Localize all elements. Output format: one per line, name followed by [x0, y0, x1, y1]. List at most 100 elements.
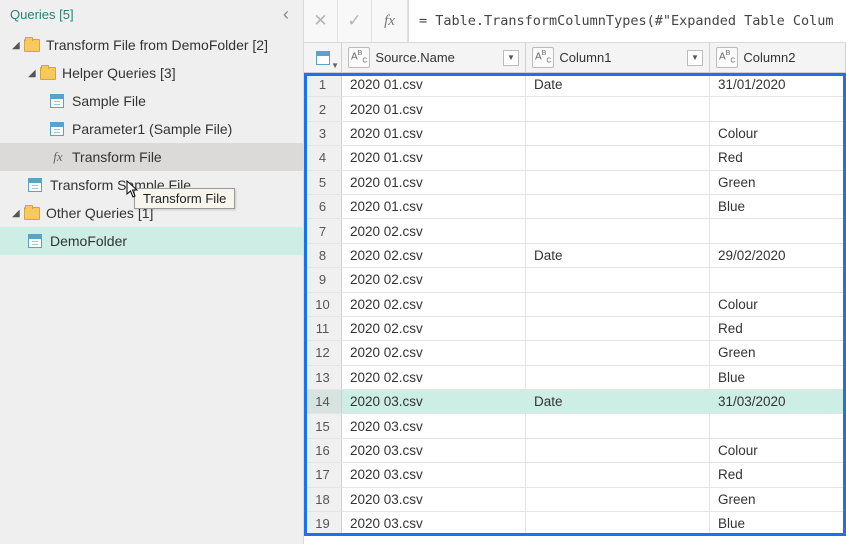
- row-header[interactable]: 10: [304, 293, 342, 316]
- cell[interactable]: 2020 02.csv: [342, 293, 526, 316]
- cell[interactable]: 2020 02.csv: [342, 268, 526, 291]
- cell[interactable]: Date: [526, 244, 710, 267]
- cell[interactable]: Colour: [710, 293, 846, 316]
- row-header[interactable]: 2: [304, 97, 342, 120]
- cell[interactable]: [526, 439, 710, 462]
- table-row[interactable]: 42020 01.csvRed: [304, 146, 846, 170]
- cell[interactable]: 2020 02.csv: [342, 366, 526, 389]
- table-row[interactable]: 72020 02.csv: [304, 219, 846, 243]
- cell[interactable]: Green: [710, 171, 846, 194]
- cell[interactable]: Date: [526, 390, 710, 413]
- cell[interactable]: [526, 97, 710, 120]
- table-row[interactable]: 122020 02.csv Green: [304, 341, 846, 365]
- cell[interactable]: 2020 03.csv: [342, 488, 526, 511]
- column-header-column2[interactable]: ABC Column2: [710, 43, 846, 72]
- table-row[interactable]: 162020 03.csvColour: [304, 439, 846, 463]
- table-row[interactable]: 142020 03.csvDate31/03/2020: [304, 390, 846, 414]
- cell[interactable]: [526, 146, 710, 169]
- cell[interactable]: [710, 414, 846, 437]
- collapse-panel-button[interactable]: ‹: [277, 4, 295, 25]
- cell[interactable]: Red: [710, 317, 846, 340]
- table-row[interactable]: 132020 02.csv Blue: [304, 366, 846, 390]
- row-header[interactable]: 11: [304, 317, 342, 340]
- cell[interactable]: Red: [710, 463, 846, 486]
- table-row[interactable]: 182020 03.csv Green: [304, 488, 846, 512]
- filter-dropdown-button[interactable]: ▼: [687, 50, 703, 66]
- cell[interactable]: Date: [526, 73, 710, 96]
- cell[interactable]: [526, 341, 710, 364]
- cell[interactable]: [710, 268, 846, 291]
- tree-item-transform-file[interactable]: fx Transform File: [0, 143, 303, 171]
- cell[interactable]: [526, 122, 710, 145]
- formula-input[interactable]: = Table.TransformColumnTypes(#"Expanded …: [408, 0, 846, 42]
- cell[interactable]: 2020 02.csv: [342, 244, 526, 267]
- cell[interactable]: [526, 366, 710, 389]
- row-header[interactable]: 9: [304, 268, 342, 291]
- cell[interactable]: 2020 03.csv: [342, 463, 526, 486]
- table-row[interactable]: 12020 01.csvDate31/01/2020: [304, 73, 846, 97]
- cell[interactable]: [710, 219, 846, 242]
- row-header[interactable]: 8: [304, 244, 342, 267]
- cell[interactable]: 2020 01.csv: [342, 97, 526, 120]
- cell[interactable]: 2020 03.csv: [342, 439, 526, 462]
- cell[interactable]: Blue: [710, 512, 846, 535]
- confirm-formula-button[interactable]: ✓: [338, 0, 372, 42]
- row-header[interactable]: 13: [304, 366, 342, 389]
- tree-group-transform-file-from-demofolder[interactable]: ◢ Transform File from DemoFolder [2]: [0, 31, 303, 59]
- row-header[interactable]: 6: [304, 195, 342, 218]
- tree-item-demofolder[interactable]: DemoFolder: [0, 227, 303, 255]
- cell[interactable]: [710, 97, 846, 120]
- row-header[interactable]: 1: [304, 73, 342, 96]
- table-row[interactable]: 102020 02.csv Colour: [304, 293, 846, 317]
- table-row[interactable]: 82020 02.csvDate29/02/2020: [304, 244, 846, 268]
- cell[interactable]: [526, 317, 710, 340]
- fx-icon[interactable]: fx: [372, 0, 408, 42]
- cell[interactable]: 2020 03.csv: [342, 414, 526, 437]
- cell[interactable]: 2020 02.csv: [342, 219, 526, 242]
- row-header[interactable]: 15: [304, 414, 342, 437]
- cell[interactable]: 31/01/2020: [710, 73, 846, 96]
- table-row[interactable]: 172020 03.csvRed: [304, 463, 846, 487]
- cell[interactable]: 2020 01.csv: [342, 195, 526, 218]
- row-header[interactable]: 18: [304, 488, 342, 511]
- cell[interactable]: 2020 02.csv: [342, 317, 526, 340]
- cell[interactable]: [526, 219, 710, 242]
- cancel-formula-button[interactable]: ✕: [304, 0, 338, 42]
- cell[interactable]: 29/02/2020: [710, 244, 846, 267]
- tree-item-parameter1[interactable]: Parameter1 (Sample File): [0, 115, 303, 143]
- cell[interactable]: 2020 03.csv: [342, 512, 526, 535]
- cell[interactable]: 2020 01.csv: [342, 73, 526, 96]
- cell[interactable]: [526, 268, 710, 291]
- cell[interactable]: [526, 195, 710, 218]
- row-header[interactable]: 4: [304, 146, 342, 169]
- cell[interactable]: [526, 488, 710, 511]
- cell[interactable]: 2020 01.csv: [342, 171, 526, 194]
- cell[interactable]: Green: [710, 488, 846, 511]
- row-header[interactable]: 19: [304, 512, 342, 535]
- table-row[interactable]: 52020 01.csv Green: [304, 171, 846, 195]
- tree-item-sample-file[interactable]: Sample File: [0, 87, 303, 115]
- cell[interactable]: [526, 463, 710, 486]
- cell[interactable]: 2020 02.csv: [342, 341, 526, 364]
- row-header[interactable]: 14: [304, 390, 342, 413]
- cell[interactable]: Colour: [710, 122, 846, 145]
- cell[interactable]: Blue: [710, 195, 846, 218]
- table-row[interactable]: 32020 01.csvColour: [304, 122, 846, 146]
- cell[interactable]: 2020 01.csv: [342, 146, 526, 169]
- cell[interactable]: 31/03/2020: [710, 390, 846, 413]
- cell[interactable]: [526, 171, 710, 194]
- table-row[interactable]: 112020 02.csv Red: [304, 317, 846, 341]
- cell[interactable]: Green: [710, 341, 846, 364]
- cell[interactable]: [526, 293, 710, 316]
- row-header[interactable]: 7: [304, 219, 342, 242]
- cell[interactable]: Blue: [710, 366, 846, 389]
- table-row[interactable]: 92020 02.csv: [304, 268, 846, 292]
- cell[interactable]: Colour: [710, 439, 846, 462]
- tree-group-helper-queries[interactable]: ◢ Helper Queries [3]: [0, 59, 303, 87]
- row-header[interactable]: 12: [304, 341, 342, 364]
- table-row[interactable]: 22020 01.csv: [304, 97, 846, 121]
- filter-dropdown-button[interactable]: ▼: [503, 50, 519, 66]
- column-header-source-name[interactable]: ABC Source.Name ▼: [342, 43, 526, 72]
- row-header[interactable]: 5: [304, 171, 342, 194]
- table-row[interactable]: 192020 03.csv Blue: [304, 512, 846, 536]
